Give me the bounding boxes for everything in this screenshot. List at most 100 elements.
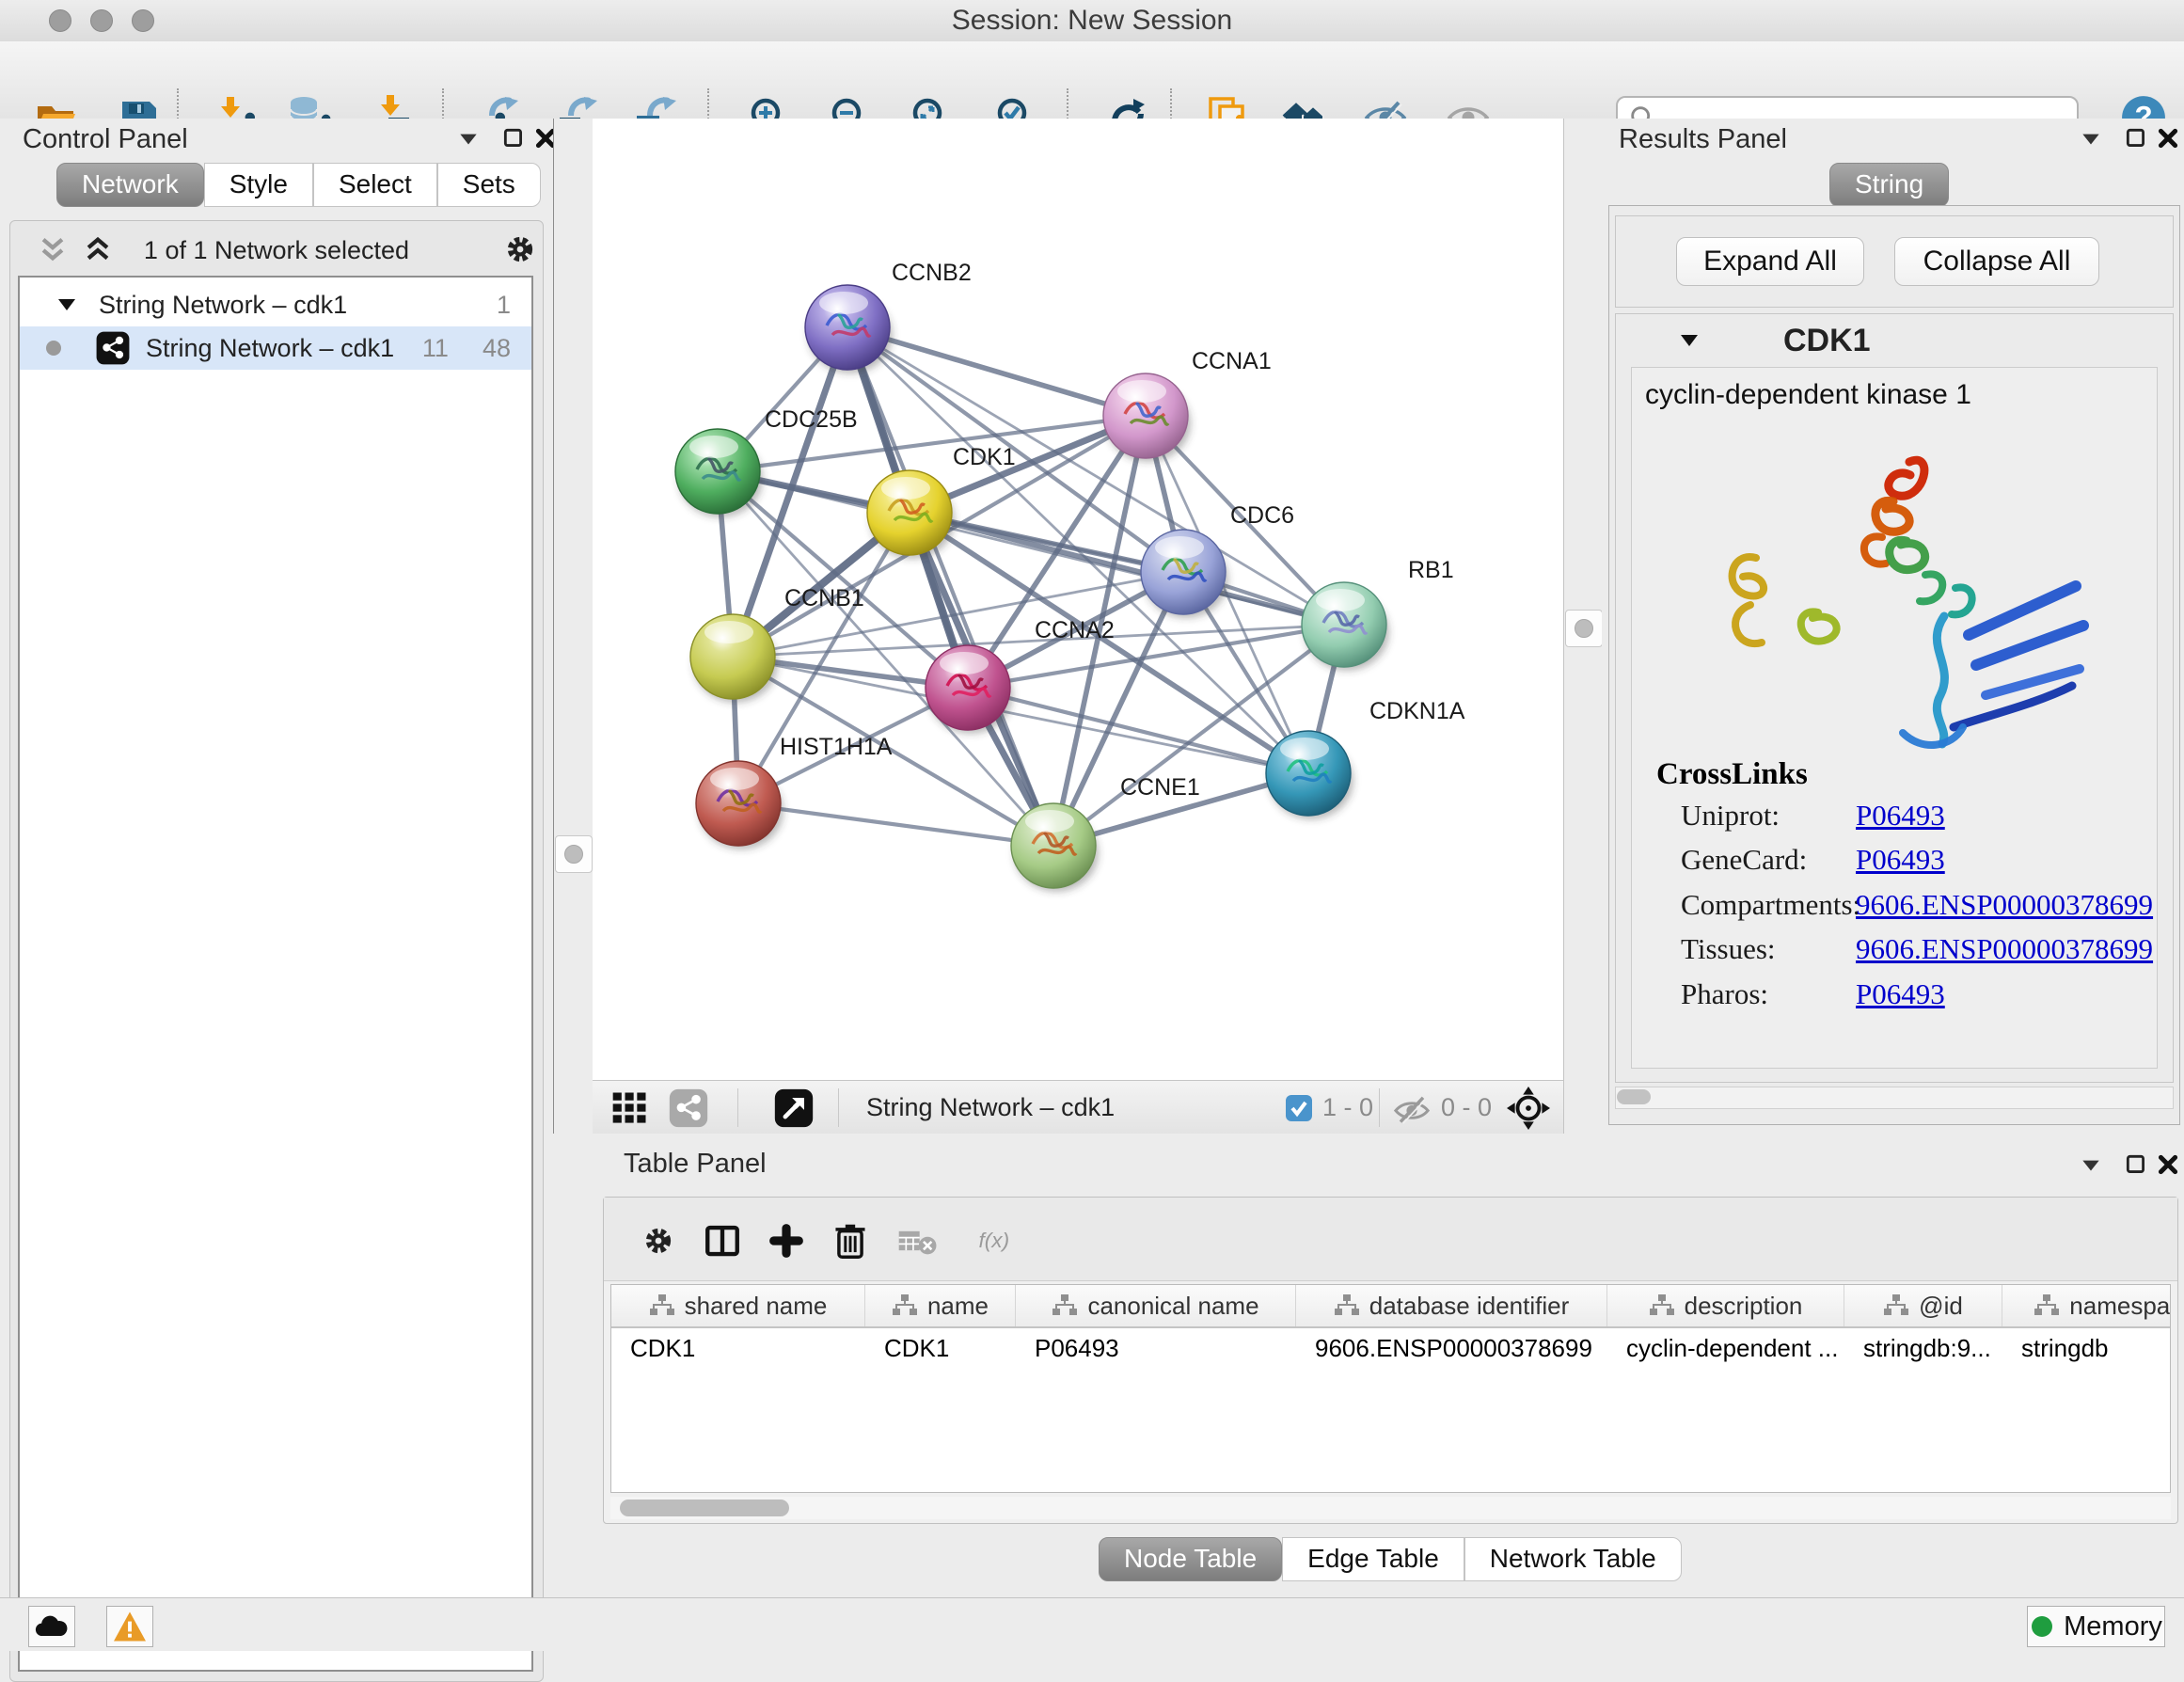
node-label: CCNB2: [892, 260, 972, 286]
table-cell[interactable]: CDK1: [865, 1328, 1016, 1368]
close-window-icon[interactable]: [49, 9, 71, 32]
network-view-toolbar: String Network – cdk1 1 - 0 0 - 0: [593, 1080, 1563, 1135]
network-list-box: 1 of 1 Network selected String Network –…: [9, 220, 544, 1682]
crosslink-label: Uniprot:: [1681, 799, 1780, 832]
tab-select[interactable]: Select: [313, 163, 437, 207]
node-label: CCNA2: [1035, 617, 1115, 643]
results-hscrollbar[interactable]: [1615, 1087, 2174, 1109]
table-tabs: Node TableEdge TableNetwork Table: [1099, 1537, 1682, 1581]
protein-name: CDK1: [1783, 323, 1871, 359]
tab-network[interactable]: Network: [56, 163, 204, 207]
network-edge[interactable]: [738, 803, 1053, 846]
crosshair-icon[interactable]: [1507, 1081, 1550, 1135]
fx-icon[interactable]: f(x): [976, 1220, 1018, 1262]
node-count: 11: [422, 334, 449, 363]
collapse-triangle-icon[interactable]: [1678, 329, 1701, 352]
cloud-button[interactable]: [28, 1606, 75, 1647]
column-label: namespace: [2069, 1292, 2171, 1321]
table-panel-title: Table Panel: [624, 1149, 767, 1180]
tab-network-table[interactable]: Network Table: [1464, 1537, 1682, 1581]
crosslink-link[interactable]: P06493: [1856, 799, 1945, 833]
expand-all-button[interactable]: Expand All: [1676, 237, 1864, 286]
network-canvas[interactable]: CCNB2 CCNA1 CDC25B CDK1 CDC6 RB1 CCNB1 C…: [593, 119, 1563, 1080]
crosslink-link[interactable]: 9606.ENSP00000378699: [1856, 932, 2153, 966]
close-panel-icon[interactable]: [2149, 119, 2184, 158]
tab-node-table[interactable]: Node Table: [1099, 1537, 1282, 1581]
table-cell[interactable]: cyclin-dependent ...: [1607, 1328, 1844, 1368]
warning-button[interactable]: [106, 1606, 153, 1647]
table-cell[interactable]: stringdb:9...: [1844, 1328, 2002, 1368]
left-splitter-handle[interactable]: [555, 835, 593, 873]
collapse-panel-icon[interactable]: [2072, 1145, 2110, 1184]
gear-icon[interactable]: [503, 232, 537, 266]
tab-sets[interactable]: Sets: [437, 163, 541, 207]
grid-view-icon[interactable]: [609, 1081, 651, 1135]
crosslink-link[interactable]: 9606.ENSP00000378699: [1856, 888, 2153, 922]
delete-table-icon[interactable]: [897, 1220, 939, 1262]
right-splitter[interactable]: [1563, 119, 1604, 1134]
network-row-selected[interactable]: String Network – cdk1 11 48: [20, 326, 531, 370]
control-panel: Control Panel NetworkStyleSelectSets 1 o…: [0, 119, 554, 1597]
node-label: CDKN1A: [1369, 698, 1465, 724]
crosslink-label: Pharos:: [1681, 977, 1768, 1010]
table-cell[interactable]: 9606.ENSP00000378699: [1296, 1328, 1607, 1368]
table-panel: Table Panel f(x) shared name name canoni…: [553, 1134, 2184, 1597]
tab-string[interactable]: String: [1829, 163, 1949, 207]
current-network-dot-icon: [44, 339, 63, 357]
close-panel-icon[interactable]: [2149, 1145, 2184, 1184]
crosslink-label: Compartments:: [1681, 888, 1860, 921]
right-splitter-handle[interactable]: [1565, 610, 1603, 647]
control-panel-title: Control Panel: [23, 124, 188, 155]
network-node-CCNA1[interactable]: CCNA1: [1103, 348, 1272, 462]
column-header-2[interactable]: canonical name: [1016, 1285, 1296, 1326]
collapse-all-button[interactable]: Collapse All: [1894, 237, 2099, 286]
left-splitter[interactable]: [553, 119, 593, 1134]
crosslink-link[interactable]: P06493: [1856, 843, 1945, 877]
table-hscrollbar[interactable]: [610, 1497, 2171, 1519]
birdseye-view-icon[interactable]: [773, 1081, 815, 1135]
minimize-window-icon[interactable]: [90, 9, 113, 32]
network-share-icon[interactable]: [668, 1081, 709, 1135]
column-header-0[interactable]: shared name: [611, 1285, 865, 1326]
control-panel-tabs: NetworkStyleSelectSets: [56, 163, 541, 207]
column-header-6[interactable]: namespace: [2002, 1285, 2171, 1326]
column-header-5[interactable]: @id: [1844, 1285, 2002, 1326]
tab-style[interactable]: Style: [204, 163, 313, 207]
selected-checkbox-icon[interactable]: [1284, 1081, 1314, 1135]
network-node-RB1[interactable]: RB1: [1302, 557, 1454, 671]
column-header-4[interactable]: description: [1607, 1285, 1844, 1326]
network-node-HIST1H1A[interactable]: HIST1H1A: [696, 734, 893, 849]
trash-icon[interactable]: [830, 1220, 871, 1262]
memory-button[interactable]: Memory: [2027, 1606, 2165, 1647]
collapse-triangle-icon[interactable]: [55, 294, 78, 316]
crosslinks-heading: CrossLinks: [1656, 757, 1808, 792]
column-header-3[interactable]: database identifier: [1296, 1285, 1607, 1326]
table-cell[interactable]: CDK1: [611, 1328, 865, 1368]
selected-counts: 1 - 0: [1322, 1081, 1373, 1135]
network-node-CDC25B[interactable]: CDC25B: [675, 406, 858, 517]
network-tree: String Network – cdk1 1 String Network –…: [18, 276, 533, 1672]
network-collection-label: String Network – cdk1: [99, 291, 347, 320]
eye-hidden-icon[interactable]: [1392, 1081, 1432, 1135]
table-gear-icon[interactable]: [638, 1220, 679, 1262]
collapse-panel-icon[interactable]: [2072, 119, 2110, 158]
node-label: CCNB1: [784, 585, 864, 611]
collection-count: 1: [497, 291, 511, 320]
tab-edge-table[interactable]: Edge Table: [1282, 1537, 1464, 1581]
main-toolbar: ?: [0, 41, 2184, 119]
columns-icon[interactable]: [702, 1220, 743, 1262]
column-label: description: [1685, 1292, 1803, 1321]
zoom-window-icon[interactable]: [132, 9, 154, 32]
table-cell[interactable]: stringdb: [2002, 1328, 2171, 1368]
plus-icon[interactable]: [766, 1220, 807, 1262]
table-toolbar: f(x): [604, 1198, 2177, 1281]
network-node-CDKN1A[interactable]: CDKN1A: [1266, 698, 1465, 819]
table-row[interactable]: CDK1CDK1P064939606.ENSP00000378699cyclin…: [611, 1328, 2170, 1368]
collapse-panel-icon[interactable]: [450, 119, 487, 158]
crosslink-link[interactable]: P06493: [1856, 977, 1945, 1011]
column-header-1[interactable]: name: [865, 1285, 1016, 1326]
network-collection-row[interactable]: String Network – cdk1 1: [20, 283, 531, 326]
node-label: RB1: [1408, 557, 1454, 583]
network-edge[interactable]: [1053, 572, 1183, 846]
table-cell[interactable]: P06493: [1016, 1328, 1296, 1368]
